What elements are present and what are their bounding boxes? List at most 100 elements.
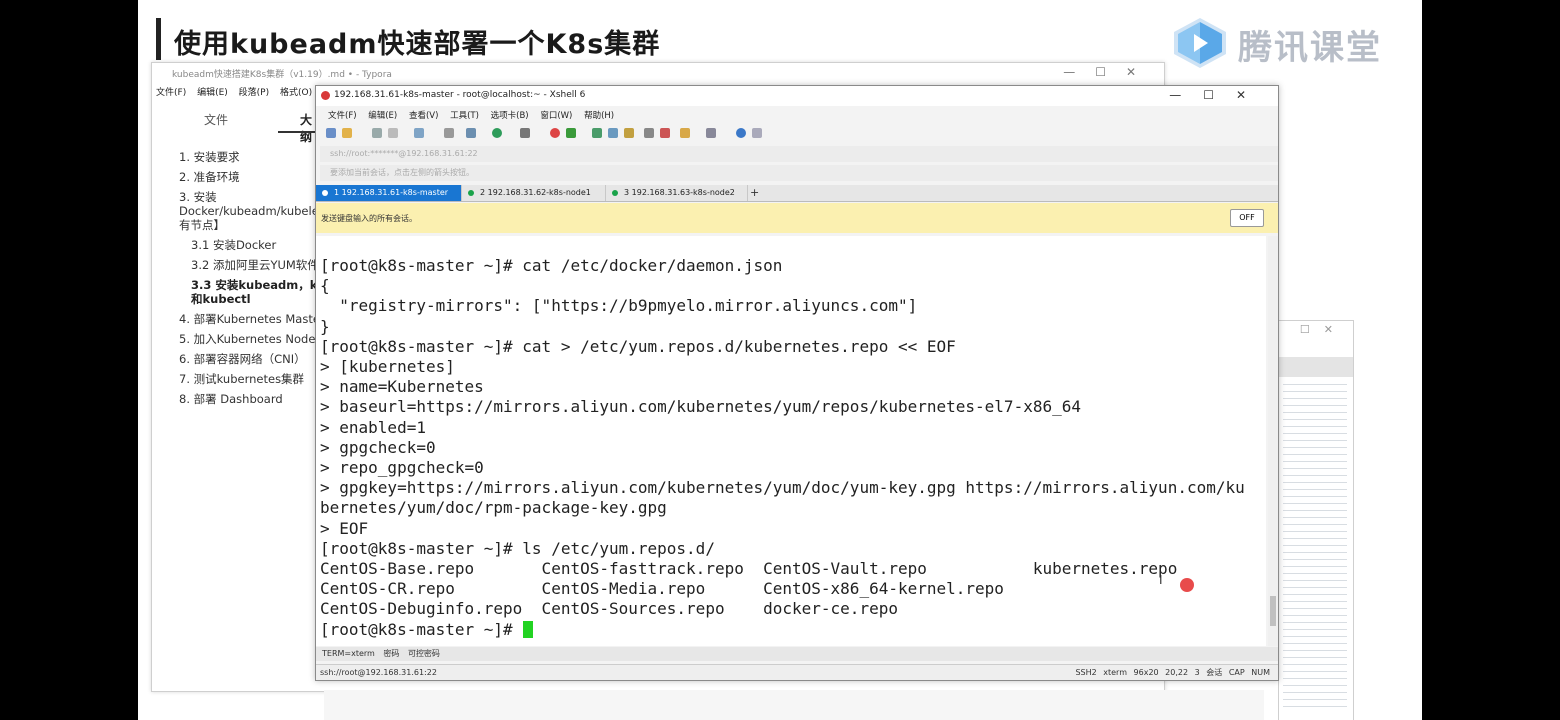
tab-session-1[interactable]: 1 192.168.31.61-k8s-master xyxy=(316,185,462,201)
terminal-cursor xyxy=(523,620,534,638)
background-window-controls[interactable]: ☐✕ xyxy=(1300,323,1347,336)
background-strip xyxy=(324,690,1264,720)
outline-item[interactable]: 4. 部署Kubernetes Maste xyxy=(179,309,329,329)
off-button[interactable]: OFF xyxy=(1230,209,1264,227)
outline-item[interactable]: 有节点】 xyxy=(179,218,329,232)
menu-edit[interactable]: 编辑(E) xyxy=(197,88,228,98)
menu-edit[interactable]: 编辑(E) xyxy=(368,111,397,121)
open-folder-icon[interactable] xyxy=(342,128,352,138)
terminal-line: > gpgkey=https://mirrors.aliyun.com/kube… xyxy=(320,478,1245,498)
slide: 使用kubeadm快速部署一个K8s集群 腾讯课堂 kubeadm快速搭建K8s… xyxy=(138,0,1422,720)
terminal-scrollbar[interactable] xyxy=(1268,236,1278,646)
outline-item-active[interactable]: 和kubectl xyxy=(179,292,329,306)
outline-item[interactable]: 6. 部署容器网络（CNI） xyxy=(179,349,329,369)
scrollbar-thumb[interactable] xyxy=(1270,596,1276,626)
terminal-line: > repo_gpgcheck=0 xyxy=(320,458,484,478)
terminal-output: [root@k8s-master ~]# cat /etc/docker/dae… xyxy=(320,256,1245,640)
tab-label: 2 192.168.31.62-k8s-node1 xyxy=(480,188,591,197)
terminal-line: "registry-mirrors": ["https://b9pmyelo.m… xyxy=(320,296,918,316)
quick-term[interactable]: TERM=xterm xyxy=(322,649,375,658)
fullscreen-icon[interactable] xyxy=(592,128,602,138)
keyboard-icon[interactable] xyxy=(644,128,654,138)
quick-bar: TERM=xterm 密码 可控密码 xyxy=(316,647,1278,661)
banner-text: 发送键盘输入的所有会话。 xyxy=(321,214,417,223)
compose-banner: 发送键盘输入的所有会话。 OFF xyxy=(316,203,1278,233)
xshell-window-controls[interactable]: —☐✕ xyxy=(1169,88,1268,102)
tab-session-2[interactable]: 2 192.168.31.62-k8s-node1 xyxy=(462,185,606,201)
font-icon[interactable] xyxy=(520,128,530,138)
compose-icon[interactable] xyxy=(680,128,690,138)
lock-icon[interactable] xyxy=(624,128,634,138)
outline-item[interactable]: 3.2 添加阿里云YUM软件 xyxy=(179,255,329,275)
xshell-menubar: 文件(F) 编辑(E) 查看(V) 工具(T) 选项卡(B) 窗口(W) 帮助(… xyxy=(328,109,623,121)
terminal[interactable]: [root@k8s-master ~]# cat /etc/docker/dae… xyxy=(316,236,1266,646)
status-right: SSH2 xterm 96x20 20,22 3 会话 CAP NUM xyxy=(1075,665,1270,680)
xagent-icon[interactable] xyxy=(566,128,576,138)
terminal-line: } xyxy=(320,316,330,336)
status-bar: ssh://root@192.168.31.61:22 SSH2 xterm 9… xyxy=(316,664,1278,680)
terminal-line: > [kubernetes] xyxy=(320,357,455,377)
title-accent-bar xyxy=(156,18,161,60)
tab-files[interactable]: 文件 xyxy=(204,111,228,128)
outline-item[interactable]: Docker/kubeadm/kubele xyxy=(179,204,329,218)
terminal-line: > enabled=1 xyxy=(320,417,426,437)
status-protocol: SSH2 xyxy=(1075,668,1097,677)
terminal-line: CentOS-Base.repo CentOS-fasttrack.repo C… xyxy=(320,559,1178,579)
connect-icon[interactable] xyxy=(372,128,382,138)
menu-help[interactable]: 帮助(H) xyxy=(584,111,614,121)
script-icon[interactable] xyxy=(660,128,670,138)
new-session-icon[interactable] xyxy=(326,128,336,138)
help-icon[interactable] xyxy=(736,128,746,138)
menu-view[interactable]: 查看(V) xyxy=(409,111,438,121)
tab-label: 3 192.168.31.63-k8s-node2 xyxy=(624,188,735,197)
xftp-icon[interactable] xyxy=(550,128,560,138)
print-icon[interactable] xyxy=(466,128,476,138)
terminal-line: > name=Kubernetes xyxy=(320,377,484,397)
status-connection: ssh://root@192.168.31.61:22 xyxy=(320,668,437,677)
menu-tabs[interactable]: 选项卡(B) xyxy=(491,111,529,121)
menu-paragraph[interactable]: 段落(P) xyxy=(239,88,269,98)
outline-item[interactable]: 7. 测试kubernetes集群 xyxy=(179,369,329,389)
outline-item[interactable]: 5. 加入Kubernetes Node xyxy=(179,329,329,349)
outline-list: 1. 安装要求 2. 准备环境 3. 安装 Docker/kubeadm/kub… xyxy=(179,147,329,409)
menu-file[interactable]: 文件(F) xyxy=(328,111,357,121)
tab-session-3[interactable]: 3 192.168.31.63-k8s-node2 xyxy=(606,185,748,201)
typora-window-controls[interactable]: —☐✕ xyxy=(1063,65,1156,79)
outline-item[interactable]: 8. 部署 Dashboard xyxy=(179,389,329,409)
terminal-line: > gpgcheck=0 xyxy=(320,437,436,457)
outline-item[interactable]: 3.1 安装Docker xyxy=(179,235,329,255)
add-tab-icon[interactable]: + xyxy=(750,185,759,201)
terminal-line: > baseurl=https://mirrors.aliyun.com/kub… xyxy=(320,397,1081,417)
menu-window[interactable]: 窗口(W) xyxy=(540,111,572,121)
layout-icon[interactable] xyxy=(706,128,716,138)
outline-item-active[interactable]: 3.3 安装kubeadm，ku xyxy=(179,278,329,292)
slide-title: 使用kubeadm快速部署一个K8s集群 xyxy=(174,29,661,60)
terminal-line: CentOS-Debuginfo.repo CentOS-Sources.rep… xyxy=(320,599,898,619)
xshell-toolbar xyxy=(326,126,1266,142)
status-dot-icon xyxy=(322,190,328,196)
terminal-prompt-line: [root@k8s-master ~]# xyxy=(320,620,1245,640)
chat-icon[interactable] xyxy=(752,128,762,138)
background-window: ☐✕ xyxy=(1278,320,1354,720)
reconnect-icon[interactable] xyxy=(414,128,424,138)
tab-label: 1 192.168.31.61-k8s-master xyxy=(334,188,449,197)
search-icon[interactable] xyxy=(444,128,454,138)
quick-controlled-password[interactable]: 可控密码 xyxy=(408,649,440,658)
menu-format[interactable]: 格式(O) xyxy=(280,88,312,98)
quick-password[interactable]: 密码 xyxy=(383,649,399,658)
disconnect-icon[interactable] xyxy=(388,128,398,138)
status-cap: CAP xyxy=(1228,668,1245,677)
xshell-app-icon xyxy=(321,91,330,100)
outline-item[interactable]: 2. 准备环境 xyxy=(179,167,329,187)
outline-item[interactable]: 1. 安装要求 xyxy=(179,147,329,167)
menu-tools[interactable]: 工具(T) xyxy=(450,111,479,121)
terminal-line: [root@k8s-master ~]# cat > /etc/yum.repo… xyxy=(320,336,956,356)
globe-icon[interactable] xyxy=(492,128,502,138)
address-bar[interactable]: ssh://root:*******@192.168.31.61:22 xyxy=(320,146,1278,162)
terminal-line: [root@k8s-master ~]# ls /etc/yum.repos.d… xyxy=(320,538,715,558)
xshell-titlebar: 192.168.31.61-k8s-master - root@localhos… xyxy=(316,86,1278,106)
outline-item[interactable]: 3. 安装 xyxy=(179,190,329,204)
transparent-icon[interactable] xyxy=(608,128,618,138)
session-hint-bar: 要添加当前会话，点击左侧的箭头按钮。 xyxy=(320,165,1278,181)
menu-file[interactable]: 文件(F) xyxy=(156,88,186,98)
